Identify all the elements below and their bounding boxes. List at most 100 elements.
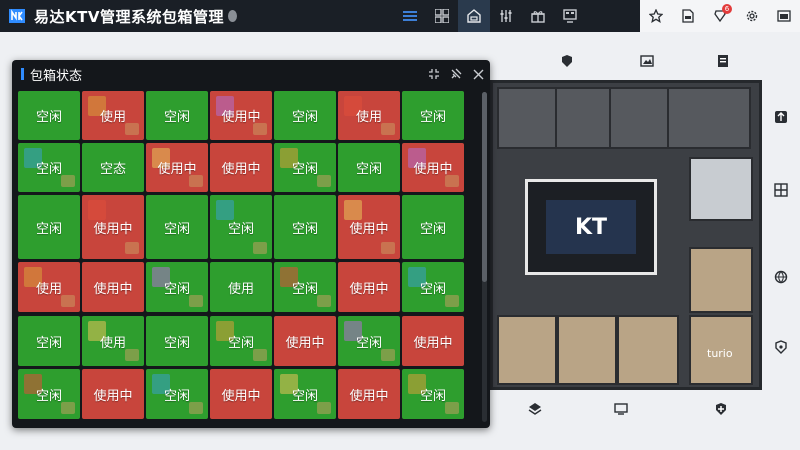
room-cell[interactable]: 空闲	[146, 262, 208, 312]
room-cell[interactable]: 空闲	[146, 91, 208, 140]
room-status-label: 使用中	[413, 335, 453, 351]
room-cell[interactable]: 空闲	[402, 91, 464, 140]
nav-grid-button[interactable]	[426, 0, 458, 32]
room-block[interactable]	[555, 87, 611, 149]
main-nav	[394, 0, 586, 32]
room-cell[interactable]: 使用中	[210, 143, 272, 192]
room-cell[interactable]: 空闲	[402, 262, 464, 312]
panel-title: 包箱状态	[30, 69, 83, 84]
room-cell[interactable]: 空闲	[18, 316, 80, 366]
room-cell[interactable]: 使用中	[210, 369, 272, 419]
room-cell[interactable]: 使用中	[402, 316, 464, 366]
right-toolbar: 6	[640, 0, 800, 32]
close-button[interactable]	[470, 66, 486, 82]
room-cell[interactable]: 使用	[82, 316, 144, 366]
room-cell[interactable]: 空闲	[402, 369, 464, 419]
room-cell[interactable]: 使用中	[82, 262, 144, 312]
room-cell[interactable]: 空闲	[18, 195, 80, 259]
room-block[interactable]	[689, 247, 753, 313]
room-status-label: 空闲	[419, 221, 446, 237]
room-status-label: 空闲	[35, 221, 62, 237]
notification-badge: 6	[722, 4, 732, 14]
room-block[interactable]	[557, 315, 617, 385]
globe-icon[interactable]	[774, 270, 788, 284]
room-cell[interactable]: 使用中	[338, 369, 400, 419]
room-cell[interactable]: 使用	[210, 262, 272, 312]
room-cell[interactable]: 使用中	[210, 91, 272, 140]
room-cell[interactable]: 空态	[82, 143, 144, 192]
room-cell[interactable]: 空闲	[18, 91, 80, 140]
screen-icon[interactable]	[614, 402, 628, 416]
image-icon[interactable]	[640, 54, 654, 68]
room-cell[interactable]: 使用中	[338, 262, 400, 312]
layout-icon[interactable]	[774, 183, 788, 197]
room-cell[interactable]: 空闲	[338, 143, 400, 192]
room-cell[interactable]: 使用	[82, 91, 144, 140]
room-cell[interactable]: 空闲	[18, 369, 80, 419]
room-block[interactable]	[609, 87, 669, 149]
room-cell[interactable]: 空闲	[274, 369, 336, 419]
security-icon[interactable]	[774, 340, 788, 354]
room-cell[interactable]: 空闲	[146, 316, 208, 366]
document-icon	[682, 9, 694, 23]
room-status-label: 空闲	[35, 162, 62, 177]
room-cell[interactable]: 使用中	[274, 316, 336, 366]
favorite-button[interactable]	[640, 0, 672, 32]
room-status-label: 空闲	[419, 281, 446, 297]
settings-button[interactable]	[736, 0, 768, 32]
room-cell[interactable]: 使用中	[82, 195, 144, 259]
collapse-icon	[429, 69, 439, 79]
room-cell[interactable]: 空闲	[274, 262, 336, 312]
stage[interactable]: KT	[525, 179, 657, 275]
window-button[interactable]	[768, 0, 800, 32]
room-block[interactable]	[667, 87, 751, 149]
room-status-label: 空闲	[291, 221, 318, 237]
room-cell[interactable]: 空闲	[402, 195, 464, 259]
nav-list-button[interactable]	[394, 0, 426, 32]
room-status-label: 空闲	[35, 388, 62, 404]
file-icon[interactable]	[716, 54, 730, 68]
room-cell[interactable]: 使用中	[402, 143, 464, 192]
shield-icon[interactable]	[560, 54, 574, 68]
nav-gift-button[interactable]	[522, 0, 554, 32]
room-cell[interactable]: 空闲	[210, 195, 272, 259]
nav-room-button[interactable]	[458, 0, 490, 32]
room-status-label: 使用	[35, 281, 62, 297]
room-block[interactable]	[689, 157, 753, 221]
panel-scrollbar[interactable]	[482, 92, 487, 422]
room-status-label: 使用中	[221, 110, 261, 125]
room-cell[interactable]: 使用中	[82, 369, 144, 419]
room-status-label: 空闲	[355, 335, 382, 351]
room-cell[interactable]: 使用中	[338, 195, 400, 259]
furniture-icon	[125, 349, 139, 361]
monitor-icon	[563, 9, 577, 23]
room-cell[interactable]: 空闲	[274, 91, 336, 140]
room-cell[interactable]: 使用	[18, 262, 80, 312]
furniture-icon	[61, 175, 75, 187]
nav-tools-button[interactable]	[490, 0, 522, 32]
room-cell[interactable]: 空闲	[338, 316, 400, 366]
room-block[interactable]	[497, 87, 557, 149]
document-button[interactable]	[672, 0, 704, 32]
room-status-label: 空闲	[35, 335, 62, 351]
room-cell[interactable]: 空闲	[18, 143, 80, 192]
room-status-label: 使用中	[221, 162, 261, 177]
layers-icon[interactable]	[528, 402, 542, 416]
room-cell[interactable]: 空闲	[146, 369, 208, 419]
room-block[interactable]	[497, 315, 557, 385]
collapse-button[interactable]	[426, 66, 442, 82]
room-cell[interactable]: 使用中	[146, 143, 208, 192]
room-cell[interactable]: 使用	[338, 91, 400, 140]
notification-button[interactable]: 6	[704, 0, 736, 32]
add-icon[interactable]	[714, 402, 728, 416]
pin-button[interactable]	[448, 66, 464, 82]
room-cell[interactable]: 空闲	[274, 143, 336, 192]
scroll-thumb[interactable]	[482, 92, 487, 282]
room-cell[interactable]: 空闲	[210, 316, 272, 366]
room-cell[interactable]: 空闲	[274, 195, 336, 259]
room-block[interactable]	[617, 315, 679, 385]
upload-icon[interactable]	[774, 110, 788, 124]
floor-plan[interactable]: KT turio	[490, 80, 762, 390]
nav-monitor-button[interactable]	[554, 0, 586, 32]
room-cell[interactable]: 空闲	[146, 195, 208, 259]
